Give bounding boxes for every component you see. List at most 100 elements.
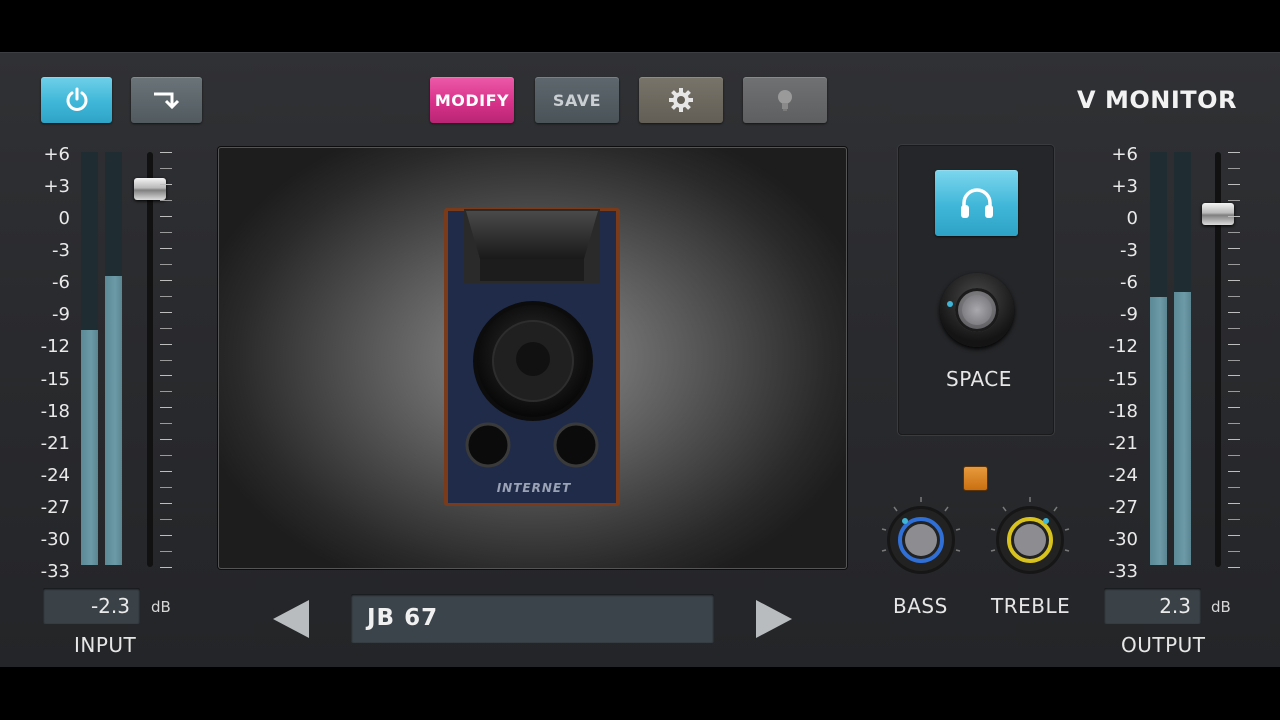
output-unit: dB	[1211, 598, 1231, 616]
tick-mark	[1228, 359, 1240, 361]
triangle-right-icon[interactable]	[754, 598, 794, 640]
preset-name-field[interactable]: JB 67	[351, 594, 714, 643]
tick-mark	[160, 551, 172, 553]
tick-mark	[1228, 295, 1240, 297]
tick-mark	[1228, 503, 1240, 505]
modify-label: MODIFY	[434, 90, 510, 110]
tick-mark	[160, 279, 172, 281]
input-meter-left-fill	[81, 329, 98, 565]
output-scale-label: -9	[1120, 304, 1138, 326]
tick-mark	[160, 152, 172, 153]
output-scale-label: +6	[1111, 144, 1138, 165]
output-scale-label: -33	[1108, 561, 1138, 582]
tick-mark	[1228, 343, 1240, 345]
tick-mark	[160, 311, 172, 313]
tick-mark	[160, 183, 172, 185]
speaker-brand: INTERNET	[496, 481, 572, 495]
triangle-left-icon[interactable]	[271, 598, 311, 640]
tick-mark	[1228, 247, 1240, 249]
bypass-arrow-icon	[153, 92, 179, 110]
output-meter-right	[1174, 152, 1191, 565]
headphones-icon	[960, 188, 993, 218]
headphones-button[interactable]	[935, 170, 1018, 236]
output-meter-left	[1150, 152, 1167, 565]
input-scale-label: -3	[52, 240, 70, 262]
input-label: INPUT	[74, 633, 137, 657]
output-scale-label: +3	[1111, 176, 1138, 198]
tick-mark	[160, 199, 172, 201]
tick-mark	[160, 503, 172, 505]
tick-mark	[160, 359, 172, 361]
tick-mark	[1228, 487, 1240, 489]
lightbulb-icon	[778, 90, 792, 111]
tick-mark	[1228, 215, 1240, 217]
bypass-button[interactable]	[131, 77, 202, 123]
tick-mark	[1228, 439, 1240, 441]
tick-mark	[160, 343, 172, 345]
power-button[interactable]	[41, 77, 112, 123]
tick-mark	[160, 247, 172, 249]
input-meter-left	[81, 152, 98, 565]
output-scale-label: -6	[1120, 272, 1138, 294]
tick-mark	[1228, 519, 1240, 521]
tick-mark	[1228, 375, 1240, 377]
speaker-cabinet-image	[444, 208, 620, 506]
tick-mark	[160, 487, 172, 489]
gear-icon	[669, 88, 693, 112]
status-indicator	[964, 467, 987, 490]
output-scale-label: -30	[1108, 528, 1138, 550]
speaker-display: INTERNET	[218, 147, 847, 569]
input-scale-label: +6	[43, 144, 70, 165]
input-meter-right	[105, 152, 122, 565]
input-scale-label: -12	[40, 336, 70, 358]
input-db-scale: +6 +3 0 -3 -6 -9 -12 -15 -18 -21 -24 -27 -30 -33	[30, 144, 70, 582]
output-scale-label: -15	[1108, 368, 1138, 390]
treble-knob[interactable]	[985, 495, 1075, 585]
input-fader-ticks	[160, 152, 172, 568]
space-knob[interactable]	[940, 273, 1014, 347]
bass-knob[interactable]	[876, 495, 966, 585]
input-scale-label: -15	[40, 368, 70, 390]
tick-mark	[1228, 423, 1240, 425]
tick-mark	[160, 407, 172, 409]
tick-mark	[160, 535, 172, 537]
lightbulb-button[interactable]	[743, 77, 827, 123]
output-value-field[interactable]: 2.3	[1104, 588, 1201, 624]
tick-mark	[160, 423, 172, 425]
save-label: SAVE	[552, 90, 602, 110]
tick-mark	[1228, 567, 1240, 568]
tick-mark	[160, 471, 172, 473]
tick-mark	[160, 167, 172, 169]
output-db-scale: +6 +3 0 -3 -6 -9 -12 -15 -18 -21 -24 -27 -30 -33	[1098, 144, 1138, 582]
input-scale-label: -18	[40, 400, 70, 422]
output-scale-label: -3	[1120, 240, 1138, 262]
tick-mark	[1228, 231, 1240, 233]
tick-mark	[160, 519, 172, 521]
tick-mark	[1228, 263, 1240, 265]
input-scale-label: -6	[52, 272, 70, 294]
space-knob-indicator	[947, 301, 953, 307]
tick-mark	[1228, 471, 1240, 473]
tick-mark	[1228, 327, 1240, 329]
save-button[interactable]: SAVE	[535, 77, 619, 123]
tick-mark	[1228, 407, 1240, 409]
modify-button[interactable]: MODIFY	[430, 77, 514, 123]
input-scale-label: -30	[40, 528, 70, 550]
bass-label: BASS	[893, 594, 948, 618]
input-scale-label: -24	[40, 464, 70, 486]
tick-mark	[160, 215, 172, 217]
tick-mark	[1228, 551, 1240, 553]
input-value-field[interactable]: -2.3	[43, 588, 140, 624]
tick-mark	[1228, 183, 1240, 185]
tick-mark	[1228, 279, 1240, 281]
tick-mark	[160, 391, 172, 393]
output-scale-label: -24	[1108, 464, 1138, 486]
input-scale-label: -27	[40, 496, 70, 518]
settings-button[interactable]	[639, 77, 723, 123]
output-scale-label: -12	[1108, 336, 1138, 358]
space-label: SPACE	[946, 367, 1012, 391]
input-scale-label: 0	[58, 208, 70, 230]
output-meter-left-fill	[1150, 296, 1167, 565]
input-fader-track[interactable]	[147, 152, 153, 567]
tick-mark	[1228, 535, 1240, 537]
